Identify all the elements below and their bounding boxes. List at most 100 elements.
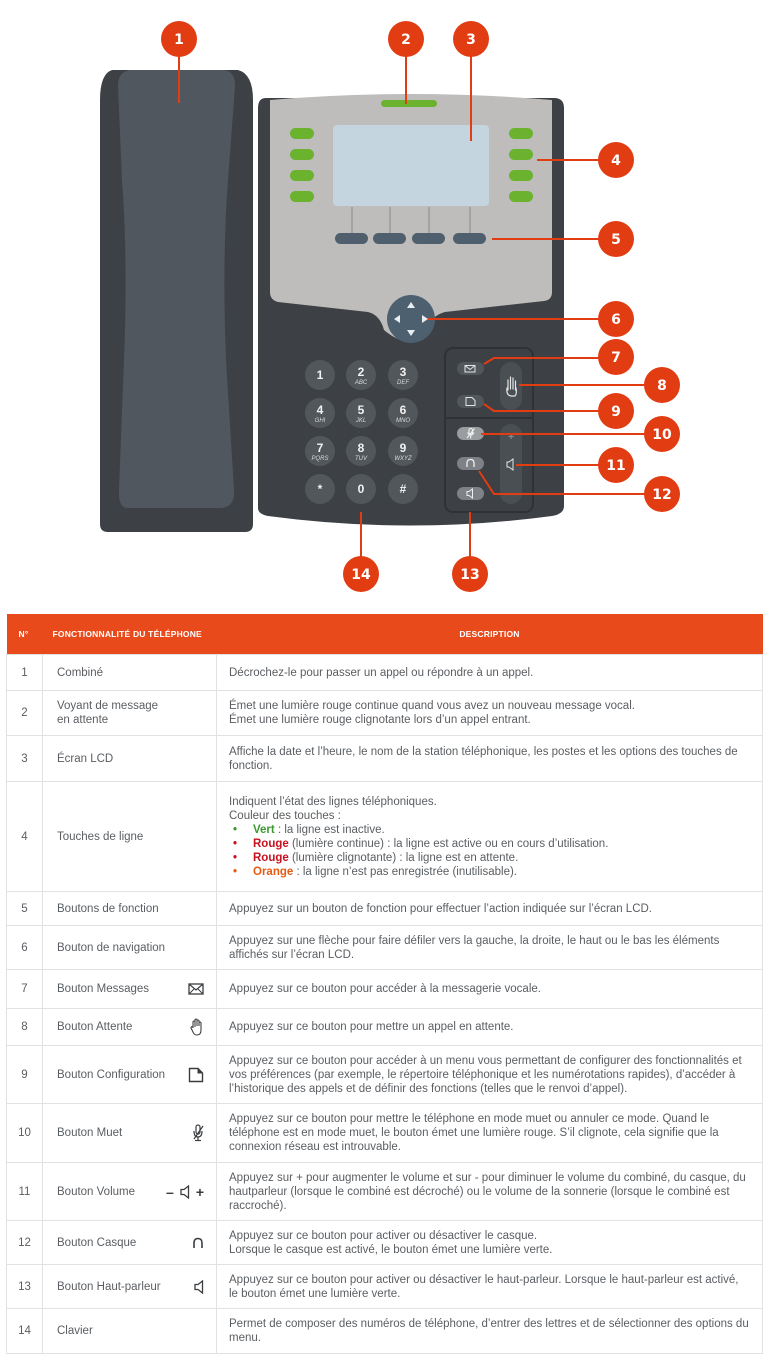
callout-13: 13 [452, 556, 488, 592]
header-feature: FONCTIONNALITÉ DU TÉLÉPHONE [42, 614, 217, 655]
row-number: 12 [6, 1220, 43, 1265]
description-line: Lorsque le casque est activé, le bouton … [229, 1243, 553, 1256]
row-feature-cell: Bouton Volume – + [42, 1162, 217, 1221]
keypad-key-label: 9 [400, 441, 407, 455]
keypad-key[interactable]: # [388, 474, 418, 504]
keypad-key[interactable]: 8TUV [346, 436, 376, 466]
row-feature-cell: Boutons de fonction [42, 891, 217, 926]
line-key[interactable] [290, 170, 314, 181]
keypad-key[interactable]: 4GHI [305, 398, 335, 428]
keypad-key[interactable]: 9WXYZ [388, 436, 418, 466]
keypad-key-label: * [318, 482, 323, 496]
callout-12: 12 [644, 476, 680, 512]
feature-icon-group [194, 1279, 204, 1294]
row-feature-cell: Touches de ligne [42, 781, 217, 892]
handset-grip[interactable] [118, 70, 235, 508]
line-key[interactable] [509, 191, 533, 202]
description-line: Indiquent l’état des lignes téléphonique… [229, 795, 437, 808]
callout-number: 4 [611, 153, 621, 169]
keypad-key[interactable]: 2ABC [346, 360, 376, 390]
keypad-key[interactable]: 1 [305, 360, 335, 390]
features-table: N° FONCTIONNALITÉ DU TÉLÉPHONE DESCRIPTI… [6, 614, 763, 1354]
color-meaning: : la ligne n’est pas enregistrée (inutil… [293, 865, 517, 878]
row-description: Permet de composer des numéros de téléph… [216, 1308, 763, 1354]
keypad-key[interactable]: 3DEF [388, 360, 418, 390]
line-key[interactable] [509, 170, 533, 181]
description-line: Appuyez sur un bouton de fonction pour e… [229, 902, 652, 915]
feature-name: Bouton Casque [57, 1236, 137, 1249]
line-key[interactable] [509, 149, 533, 160]
color-status-item: Vert : la ligne est inactive. [233, 823, 750, 837]
description-line: Appuyez sur ce bouton pour activer ou dé… [229, 1229, 538, 1242]
table-row: 4 Touches de ligne Indiquent l’état des li… [6, 781, 763, 892]
row-number: 5 [6, 891, 43, 926]
row-number: 3 [6, 735, 43, 782]
feature-icon-group: – + [166, 1184, 204, 1199]
hold-button[interactable] [500, 362, 522, 410]
table-row: 12 Bouton Casque Appuyez sur ce bouton pou… [6, 1220, 763, 1265]
table-row: 9 Bouton Configuration Appuyez sur ce bout… [6, 1045, 763, 1104]
row-number: 9 [6, 1045, 43, 1104]
row-feature-cell: Bouton Casque [42, 1220, 217, 1265]
row-description: Indiquent l’état des lignes téléphonique… [216, 781, 763, 892]
table-row: 14 Clavier Permet de composer des numéros … [6, 1308, 763, 1354]
row-description: Appuyez sur ce bouton pour activer ou dé… [216, 1220, 763, 1265]
row-description: Appuyez sur ce bouton pour accéder à un … [216, 1045, 763, 1104]
keypad-key[interactable]: 7PQRS [305, 436, 335, 466]
keypad-key[interactable]: 5JKL [346, 398, 376, 428]
color-label: Rouge [253, 851, 289, 864]
color-meaning: : la ligne est inactive. [274, 823, 385, 836]
table-row: 5 Boutons de fonction Appuyez sur un bouto… [6, 891, 763, 926]
row-number: 2 [6, 690, 43, 736]
function-key[interactable] [412, 233, 445, 244]
description-line: Appuyez sur ce bouton pour mettre un app… [229, 1021, 514, 1033]
phone-diagram: 1 2 ABC 3 DEF 4 GHI 5 JKL 6 MNO 7 PQRS 8 TUV 9 WXYZ * 0 # +… [0, 0, 768, 600]
row-number: 6 [6, 925, 43, 970]
table-row: 1 Combiné Décrochez-le pour passer un appe… [6, 654, 763, 691]
keypad-key-label: 1 [317, 368, 324, 382]
keypad-key[interactable]: 6MNO [388, 398, 418, 428]
color-status-item: Rouge (lumière continue) : la ligne est … [233, 837, 750, 851]
feature-name: Bouton Volume [57, 1185, 136, 1198]
row-description: Appuyez sur ce bouton pour activer ou dé… [216, 1264, 763, 1309]
line-key[interactable] [509, 128, 533, 139]
table-row: 6 Bouton de navigation Appuyez sur une flè… [6, 925, 763, 970]
color-meaning: (lumière continue) : la ligne est active… [288, 837, 609, 850]
keypad-key-letters: DEF [397, 380, 409, 386]
messages-button[interactable] [457, 362, 484, 375]
feature-icon-group [188, 1067, 204, 1083]
callout-number: 7 [611, 350, 621, 366]
feature-name: Bouton Haut-parleur [57, 1280, 161, 1293]
keypad-key-letters: GHI [315, 418, 326, 424]
feature-name: Bouton Configuration [57, 1068, 166, 1081]
volume-icon [180, 1184, 190, 1199]
function-key[interactable] [453, 233, 486, 244]
description-line: Appuyez sur ce bouton pour accéder à un … [229, 1054, 742, 1095]
callout-number: 9 [611, 404, 621, 420]
keypad-key-label: 0 [358, 482, 365, 496]
line-key[interactable] [290, 191, 314, 202]
callout-11: 11 [598, 447, 634, 483]
line-key[interactable] [290, 128, 314, 139]
navigation-button[interactable] [387, 295, 435, 343]
line-key[interactable] [290, 149, 314, 160]
keypad-key[interactable]: 0 [346, 474, 376, 504]
row-number: 1 [6, 654, 43, 691]
function-key[interactable] [335, 233, 368, 244]
row-feature-cell: Voyant de message en attente [42, 690, 217, 736]
configuration-button[interactable] [457, 395, 484, 408]
speaker-button[interactable] [457, 487, 484, 500]
function-key[interactable] [373, 233, 406, 244]
row-feature-cell: Bouton de navigation [42, 925, 217, 970]
callout-4: 4 [598, 142, 634, 178]
color-status-item: Rouge (lumière clignotante) : la ligne e… [233, 851, 750, 865]
mute-button[interactable] [457, 427, 484, 440]
callout-number: 1 [174, 32, 184, 48]
feature-name: Boutons de fonction [57, 902, 159, 915]
keypad-key[interactable]: * [305, 474, 335, 504]
headset-button[interactable] [457, 457, 484, 470]
table-row: 2 Voyant de message en attente Émet une lu… [6, 690, 763, 736]
table-row: 10 Bouton Muet Appuyez sur ce bouton pour … [6, 1103, 763, 1163]
speaker-icon [194, 1279, 204, 1294]
callout-number: 14 [351, 567, 371, 583]
